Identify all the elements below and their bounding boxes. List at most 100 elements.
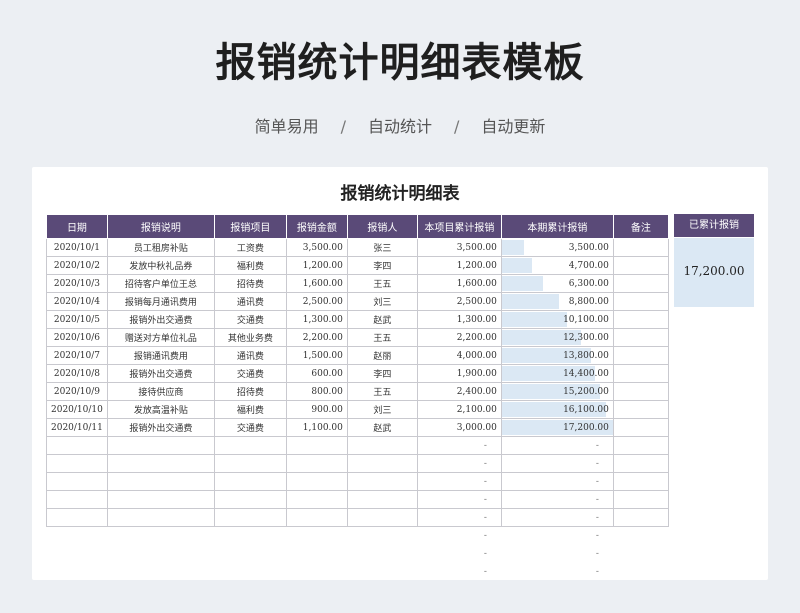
cell-amount[interactable]: 800.00 (285, 382, 348, 401)
cell-amount[interactable]: 1,200.00 (285, 256, 348, 275)
cell-empty[interactable] (285, 472, 348, 491)
cell-period-total[interactable]: 3,500.00 (500, 238, 614, 257)
cell-item-total-empty[interactable]: - (416, 472, 502, 491)
cell-person[interactable]: 王五 (346, 382, 418, 401)
cell-item[interactable]: 交通费 (213, 310, 287, 329)
header-item[interactable]: 报销项目 (213, 214, 287, 239)
cell-date[interactable]: 2020/10/8 (46, 364, 108, 383)
cell-note[interactable] (612, 328, 669, 347)
cell-empty[interactable] (612, 472, 669, 491)
cell-empty[interactable] (285, 436, 348, 455)
cell-period-total[interactable]: 16,100.00 (500, 400, 614, 419)
cell-note[interactable] (612, 364, 669, 383)
cell-date[interactable]: 2020/10/7 (46, 346, 108, 365)
cell-person[interactable]: 王五 (346, 274, 418, 293)
cell-period-total-empty[interactable]: - (500, 436, 614, 455)
cell-note[interactable] (612, 400, 669, 419)
cumulative-total[interactable]: 17,200.00 (674, 238, 754, 307)
cell-item-total[interactable]: 2,200.00 (416, 328, 502, 347)
cell-note[interactable] (612, 346, 669, 365)
cell-date[interactable]: 2020/10/11 (46, 418, 108, 437)
cell-item-total[interactable]: 2,400.00 (416, 382, 502, 401)
cell-description[interactable]: 发放高温补贴 (106, 400, 215, 419)
cell-description[interactable]: 发放中秋礼品券 (106, 256, 215, 275)
cell-item[interactable]: 福利费 (213, 400, 287, 419)
cell-note[interactable] (612, 274, 669, 293)
cell-person[interactable]: 赵武 (346, 418, 418, 437)
cell-description[interactable]: 赠送对方单位礼品 (106, 328, 215, 347)
cell-item[interactable]: 通讯费 (213, 292, 287, 311)
cell-item[interactable]: 交通费 (213, 364, 287, 383)
cell-item-total-empty[interactable]: - (416, 436, 502, 455)
cell-person[interactable]: 赵武 (346, 310, 418, 329)
cell-note[interactable] (612, 292, 669, 311)
cell-date[interactable]: 2020/10/5 (46, 310, 108, 329)
cell-date[interactable]: 2020/10/1 (46, 238, 108, 257)
cell-item[interactable]: 招待费 (213, 382, 287, 401)
cell-period-total[interactable]: 10,100.00 (500, 310, 614, 329)
cell-item[interactable]: 福利费 (213, 256, 287, 275)
cell-amount[interactable]: 600.00 (285, 364, 348, 383)
cell-period-total-empty[interactable]: - (500, 454, 614, 473)
cell-note[interactable] (612, 310, 669, 329)
cell-date[interactable]: 2020/10/3 (46, 274, 108, 293)
cell-person[interactable]: 李四 (346, 364, 418, 383)
header-item-total[interactable]: 本项目累计报销 (416, 214, 502, 239)
cell-empty[interactable] (213, 508, 287, 527)
cell-period-total[interactable]: 6,300.00 (500, 274, 614, 293)
cell-empty[interactable] (106, 490, 215, 509)
cell-item-total[interactable]: 1,300.00 (416, 310, 502, 329)
cell-person[interactable]: 刘三 (346, 400, 418, 419)
cell-empty[interactable] (213, 490, 287, 509)
cell-description[interactable]: 报销通讯费用 (106, 346, 215, 365)
cell-item-total[interactable]: 3,000.00 (416, 418, 502, 437)
cell-amount[interactable]: 1,100.00 (285, 418, 348, 437)
cell-description[interactable]: 员工租房补贴 (106, 238, 215, 257)
cell-empty[interactable] (285, 454, 348, 473)
cell-empty[interactable] (46, 508, 108, 527)
cell-person[interactable]: 李四 (346, 256, 418, 275)
cell-empty[interactable] (346, 472, 418, 491)
cell-period-total-empty[interactable]: - (500, 508, 614, 527)
cell-period-total[interactable]: 4,700.00 (500, 256, 614, 275)
cell-description[interactable]: 报销外出交通费 (106, 310, 215, 329)
cell-person[interactable]: 刘三 (346, 292, 418, 311)
cell-period-total[interactable]: 8,800.00 (500, 292, 614, 311)
cell-person[interactable]: 张三 (346, 238, 418, 257)
cell-empty[interactable] (106, 472, 215, 491)
cell-empty[interactable] (285, 508, 348, 527)
header-note[interactable]: 备注 (612, 214, 669, 239)
cell-empty[interactable] (346, 490, 418, 509)
cell-description[interactable]: 招待客户单位王总 (106, 274, 215, 293)
cell-empty[interactable] (46, 490, 108, 509)
header-amount[interactable]: 报销金额 (285, 214, 348, 239)
cell-amount[interactable]: 3,500.00 (285, 238, 348, 257)
header-person[interactable]: 报销人 (346, 214, 418, 239)
cell-empty[interactable] (46, 472, 108, 491)
cell-empty[interactable] (106, 454, 215, 473)
cell-item-total[interactable]: 4,000.00 (416, 346, 502, 365)
cell-item-total[interactable]: 1,900.00 (416, 364, 502, 383)
cell-description[interactable]: 报销外出交通费 (106, 364, 215, 383)
cell-description[interactable]: 报销每月通讯费用 (106, 292, 215, 311)
cell-empty[interactable] (213, 472, 287, 491)
cell-item[interactable]: 通讯费 (213, 346, 287, 365)
cell-empty[interactable] (346, 508, 418, 527)
cell-date[interactable]: 2020/10/2 (46, 256, 108, 275)
cell-amount[interactable]: 1,300.00 (285, 310, 348, 329)
cell-empty[interactable] (612, 454, 669, 473)
header-description[interactable]: 报销说明 (106, 214, 215, 239)
cell-item[interactable]: 招待费 (213, 274, 287, 293)
cell-person[interactable]: 王五 (346, 328, 418, 347)
cell-date[interactable]: 2020/10/9 (46, 382, 108, 401)
cell-empty[interactable] (346, 436, 418, 455)
cell-empty[interactable] (213, 436, 287, 455)
cell-empty[interactable] (612, 490, 669, 509)
cell-period-total[interactable]: 13,800.00 (500, 346, 614, 365)
cell-note[interactable] (612, 256, 669, 275)
cell-item-total[interactable]: 2,100.00 (416, 400, 502, 419)
cell-note[interactable] (612, 418, 669, 437)
cell-empty[interactable] (106, 508, 215, 527)
cell-description[interactable]: 接待供应商 (106, 382, 215, 401)
cell-item-total[interactable]: 1,200.00 (416, 256, 502, 275)
